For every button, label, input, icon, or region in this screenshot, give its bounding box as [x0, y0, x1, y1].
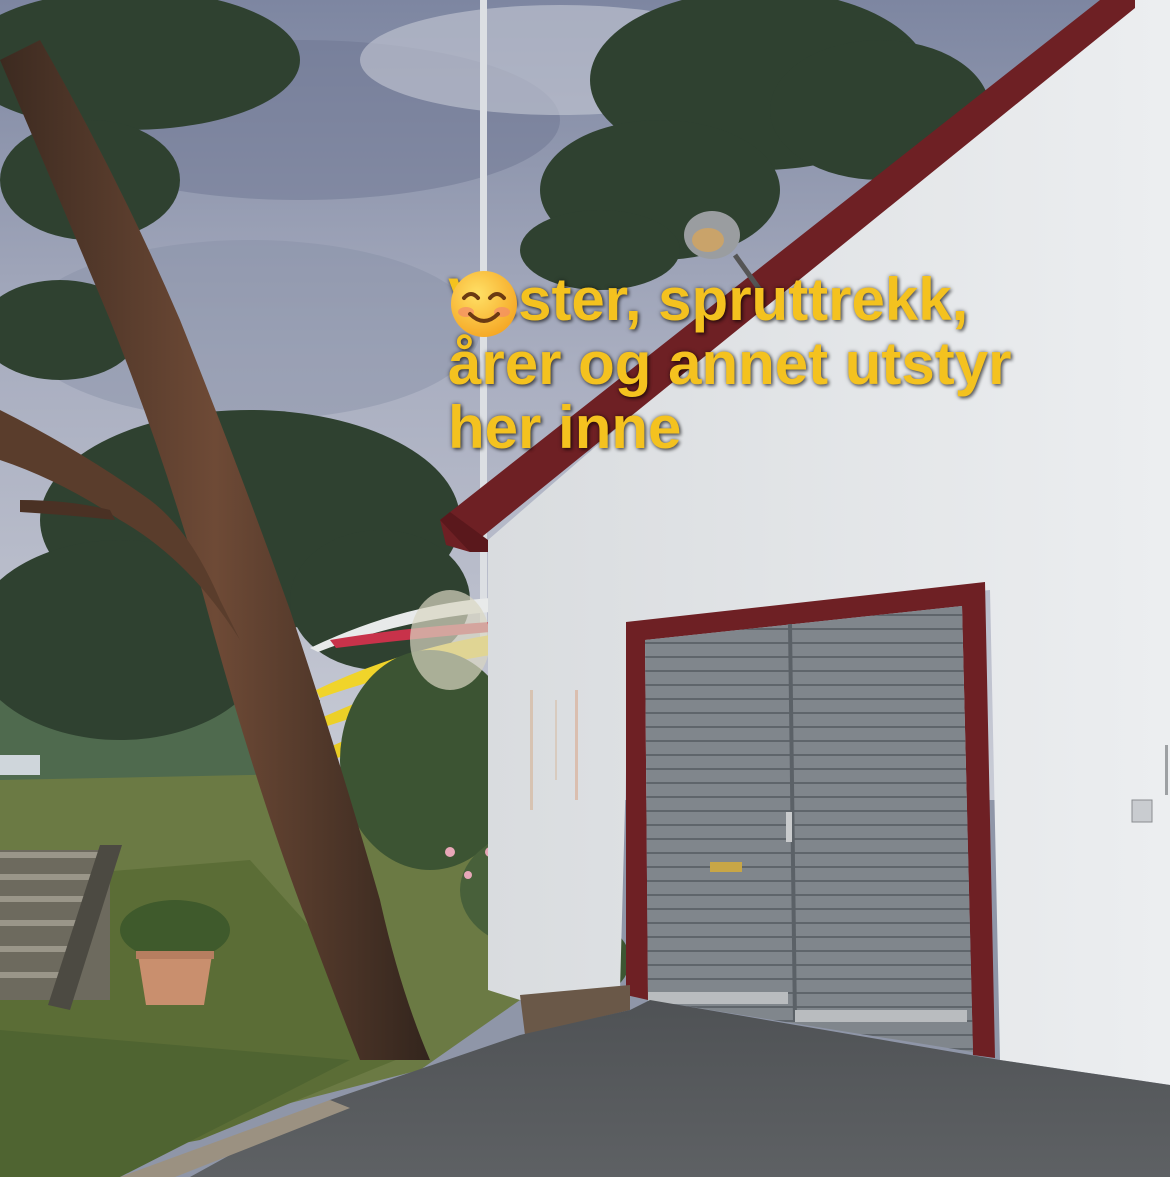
photo-scene: Vester, spruttrekk, årer og annet utstyr… — [0, 0, 1170, 1177]
caption-overlay: Vester, spruttrekk, årer og annet utstyr… — [448, 268, 1148, 460]
caption-line-2: årer og annet utstyr — [448, 330, 1012, 397]
garage-door — [626, 582, 995, 1058]
caption-line-1: Vester, spruttrekk, — [448, 266, 969, 333]
caption-line-3-text: her inne — [448, 394, 682, 461]
caption-line-3: her inne — [448, 271, 1148, 461]
wooden-stairs — [0, 845, 122, 1010]
background-photo — [0, 0, 1170, 1177]
